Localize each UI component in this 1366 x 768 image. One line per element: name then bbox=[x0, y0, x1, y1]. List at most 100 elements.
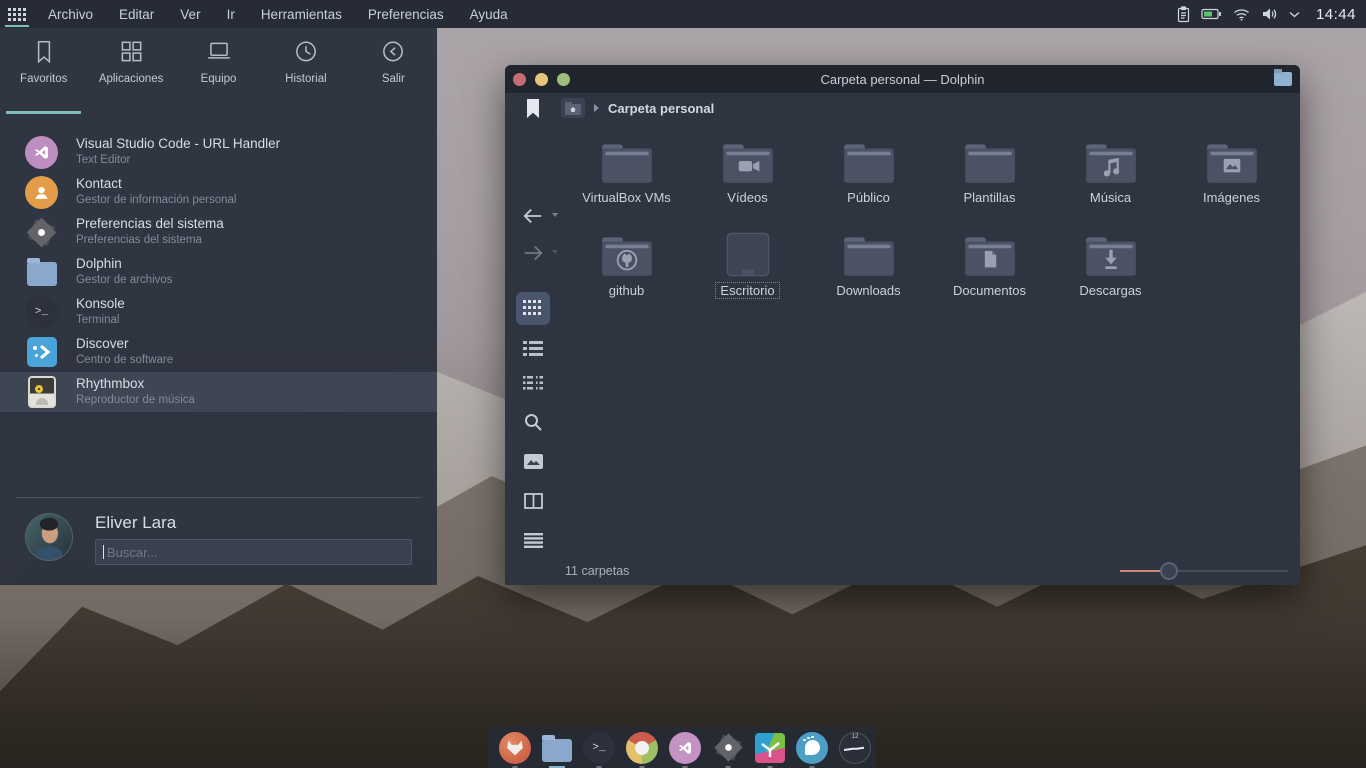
folder-item[interactable]: Imágenes bbox=[1171, 137, 1292, 230]
titlebar[interactable]: Carpeta personal — Dolphin bbox=[505, 65, 1300, 93]
preview-button[interactable] bbox=[516, 445, 550, 478]
list-item-vscode[interactable]: Visual Studio Code - URL Handler Text Ed… bbox=[0, 132, 437, 172]
dock-settings[interactable] bbox=[712, 732, 744, 764]
tab-aplicaciones[interactable]: Aplicaciones bbox=[87, 38, 174, 110]
folder-label: Downloads bbox=[832, 283, 904, 298]
folder-item[interactable]: Descargas bbox=[1050, 230, 1171, 323]
folder-item[interactable]: Vídeos bbox=[687, 137, 808, 230]
firefox-icon bbox=[499, 732, 531, 764]
messenger-icon bbox=[796, 732, 828, 764]
menu-ver[interactable]: Ver bbox=[180, 7, 200, 22]
back-button[interactable] bbox=[516, 199, 550, 232]
places-bookmark-icon[interactable] bbox=[526, 99, 540, 118]
volume-icon[interactable] bbox=[1261, 7, 1277, 21]
menu-preferencias[interactable]: Preferencias bbox=[368, 7, 444, 22]
menu-archivo[interactable]: Archivo bbox=[48, 7, 93, 22]
video-icon bbox=[719, 137, 777, 187]
folder-item[interactable]: Música bbox=[1050, 137, 1171, 230]
dock-clock[interactable]: 12 bbox=[839, 732, 871, 764]
discover-icon bbox=[27, 337, 57, 367]
dock-terminal[interactable]: >_ bbox=[583, 732, 615, 764]
folder-item-escritorio[interactable]: Escritorio bbox=[687, 230, 808, 323]
dock-kdenlive[interactable] bbox=[755, 732, 785, 764]
breadcrumb[interactable]: Carpeta personal bbox=[608, 101, 714, 116]
tab-equipo[interactable]: Equipo bbox=[175, 38, 262, 110]
menu-ayuda[interactable]: Ayuda bbox=[470, 7, 508, 22]
dock-chromium[interactable] bbox=[626, 732, 658, 764]
zoom-slider[interactable] bbox=[1120, 562, 1288, 580]
application-launcher-panel: Favoritos Aplicaciones Equipo Historial … bbox=[0, 28, 437, 585]
app-desc: Text Editor bbox=[76, 153, 280, 167]
image-preview-icon bbox=[524, 454, 543, 469]
folder-view[interactable]: VirtualBox VMs Vídeos Público Plantillas… bbox=[561, 123, 1300, 557]
app-desc: Gestor de archivos bbox=[76, 273, 173, 287]
folder-item[interactable]: Público bbox=[808, 137, 929, 230]
battery-icon[interactable] bbox=[1201, 8, 1222, 20]
chevron-down-icon[interactable] bbox=[1288, 10, 1301, 19]
list-item-konsole[interactable]: >_ Konsole Terminal bbox=[0, 292, 437, 332]
app-name: Preferencias del sistema bbox=[76, 216, 224, 233]
list-item-kontact[interactable]: Kontact Gestor de información personal bbox=[0, 172, 437, 212]
breadcrumb-arrow-icon bbox=[594, 104, 599, 112]
menu-herramientas[interactable]: Herramientas bbox=[261, 7, 342, 22]
close-button[interactable] bbox=[513, 73, 526, 86]
user-area: Eliver Lara Buscar... bbox=[0, 505, 437, 565]
app-name: Kontact bbox=[76, 176, 236, 193]
window-title: Carpeta personal — Dolphin bbox=[505, 72, 1300, 87]
folder-item[interactable]: Downloads bbox=[808, 230, 929, 323]
wifi-icon[interactable] bbox=[1233, 8, 1250, 21]
icons-view-button[interactable] bbox=[516, 292, 550, 325]
launcher-tabs: Favoritos Aplicaciones Equipo Historial … bbox=[0, 28, 437, 110]
dock-firefox[interactable] bbox=[499, 732, 531, 764]
dock-messenger[interactable] bbox=[796, 732, 828, 764]
folder-item[interactable]: VirtualBox VMs bbox=[566, 137, 687, 230]
menu-ir[interactable]: Ir bbox=[227, 7, 235, 22]
folder-icon bbox=[840, 137, 898, 187]
launcher-active-indicator bbox=[5, 25, 29, 27]
music-icon bbox=[1082, 137, 1140, 187]
clipboard-icon[interactable] bbox=[1177, 6, 1190, 23]
folder-item[interactable]: Plantillas bbox=[929, 137, 1050, 230]
search-button[interactable] bbox=[516, 406, 550, 439]
app-launcher-button[interactable] bbox=[0, 0, 34, 28]
folder-item[interactable]: github bbox=[566, 230, 687, 323]
tab-historial[interactable]: Historial bbox=[262, 38, 349, 110]
list-item-discover[interactable]: Discover Centro de software bbox=[0, 332, 437, 372]
avatar[interactable] bbox=[25, 513, 73, 561]
breadcrumb-home-button[interactable] bbox=[561, 98, 585, 118]
favorites-list: Visual Studio Code - URL Handler Text Ed… bbox=[0, 132, 437, 412]
folder-label: Imágenes bbox=[1199, 190, 1264, 205]
menu-editar[interactable]: Editar bbox=[119, 7, 154, 22]
history-clock-icon bbox=[293, 38, 319, 66]
user-separator bbox=[16, 497, 421, 498]
tab-favoritos[interactable]: Favoritos bbox=[0, 38, 87, 110]
view-toolbar bbox=[505, 123, 561, 557]
dock-panel: >_ 12 bbox=[488, 727, 876, 768]
zoom-slider-handle[interactable] bbox=[1160, 562, 1178, 580]
list-item-rhythmbox[interactable]: Rhythmbox Reproductor de música bbox=[0, 372, 437, 412]
folder-label: Música bbox=[1086, 190, 1135, 205]
tab-salir[interactable]: Salir bbox=[350, 38, 437, 110]
search-input[interactable]: Buscar... bbox=[95, 539, 412, 565]
dock-files[interactable] bbox=[542, 732, 572, 764]
list-item-dolphin[interactable]: Dolphin Gestor de archivos bbox=[0, 252, 437, 292]
maximize-button[interactable] bbox=[557, 73, 570, 86]
folder-icon bbox=[840, 230, 898, 280]
minimize-button[interactable] bbox=[535, 73, 548, 86]
compact-view-button[interactable] bbox=[516, 366, 550, 399]
menu-button[interactable] bbox=[516, 524, 550, 557]
forward-button[interactable] bbox=[516, 236, 550, 269]
clock-label[interactable]: 14:44 bbox=[1316, 6, 1356, 23]
forward-history-caret[interactable] bbox=[552, 250, 558, 254]
app-name: Visual Studio Code - URL Handler bbox=[76, 136, 280, 153]
folder-item[interactable]: Documentos bbox=[929, 230, 1050, 323]
back-history-caret[interactable] bbox=[552, 213, 558, 217]
document-icon bbox=[961, 230, 1019, 280]
dock-vscode[interactable] bbox=[669, 732, 701, 764]
split-view-button[interactable] bbox=[516, 484, 550, 517]
system-tray: 14:44 bbox=[1177, 6, 1366, 23]
vscode-icon bbox=[25, 136, 58, 169]
details-view-button[interactable] bbox=[516, 331, 550, 364]
app-desc: Reproductor de música bbox=[76, 393, 195, 407]
list-item-preferencias[interactable]: Preferencias del sistema Preferencias de… bbox=[0, 212, 437, 252]
